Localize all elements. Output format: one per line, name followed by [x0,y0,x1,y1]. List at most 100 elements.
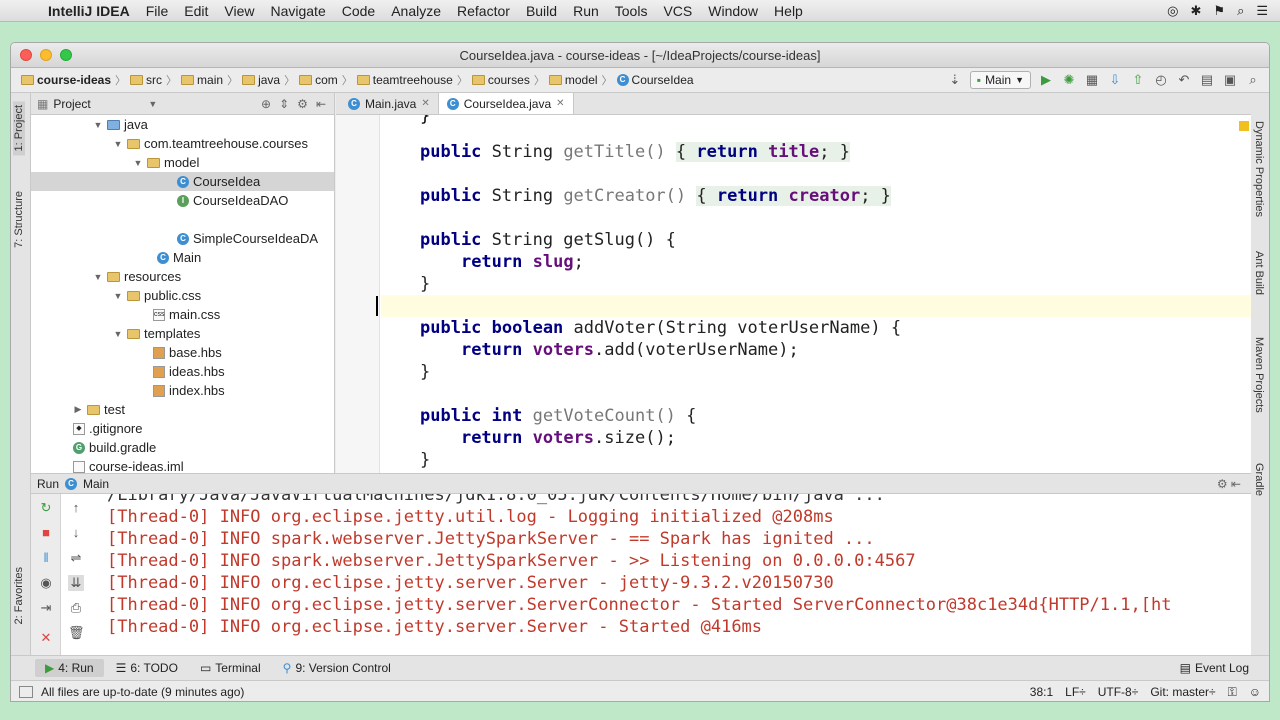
rerun-icon[interactable]: ↻ [38,500,54,516]
tab-maven-projects[interactable]: Maven Projects [1253,337,1265,413]
tool-window-event-log[interactable]: ▤ Event Log [1170,659,1259,677]
menu-build[interactable]: Build [518,3,565,19]
stop-icon[interactable]: ■ [38,525,54,541]
run-config-select[interactable]: ▪ Main ▼ [969,71,1031,89]
breadcrumb-main[interactable]: main [177,73,227,87]
bluetooth-icon[interactable]: ✱ [1191,3,1202,19]
vcs-update-icon[interactable]: ⇩ [1107,72,1123,88]
lock-icon[interactable]: ⚿ [1228,685,1237,700]
line-separator[interactable]: LF÷ [1065,685,1086,700]
close-window-button[interactable] [20,49,32,61]
menu-navigate[interactable]: Navigate [262,3,333,19]
creative-cloud-icon[interactable]: ◎ [1167,3,1178,19]
tab-dynamic-properties[interactable]: Dynamic Properties [1253,121,1265,217]
gear-icon[interactable]: ⚙ [297,97,308,111]
locate-icon[interactable]: ⊕ [261,97,271,111]
tree-node-main-css[interactable]: css main.css [153,305,220,324]
tree-node-resources[interactable]: ▼ resources [93,267,182,286]
breadcrumb-com[interactable]: com [295,73,342,87]
tool-window-todo[interactable]: ☰ 6: TODO [106,659,188,677]
print-icon[interactable]: ⎙ [68,600,84,616]
minimize-window-button[interactable] [40,49,52,61]
tree-node-package[interactable]: ▼ com.teamtreehouse.courses [113,134,309,153]
tree-node-java[interactable]: ▼ java [93,115,148,134]
tool-windows-toggle-icon[interactable] [19,686,33,698]
project-view-select[interactable]: Project [53,97,148,111]
tab-gradle[interactable]: Gradle [1253,463,1265,496]
menu-tools[interactable]: Tools [607,3,656,19]
trash-icon[interactable]: 🗑 [68,625,85,641]
hide-panel-icon[interactable]: ⇤ [316,97,326,111]
vcs-history-icon[interactable]: ◴ [1153,72,1169,88]
tab-ant-build[interactable]: Ant Build [1253,251,1265,295]
collapse-all-icon[interactable]: ⇕ [279,97,289,111]
build-icon[interactable]: ⇣ [947,72,963,88]
code-area[interactable]: } public String getTitle() { return titl… [336,115,1251,473]
menu-window[interactable]: Window [700,3,766,19]
tree-node-index-hbs[interactable]: index.hbs [153,381,225,400]
up-icon[interactable]: ↑ [68,500,84,516]
notification-center-icon[interactable]: ☰ [1256,3,1268,19]
inspection-status-icon[interactable] [1239,121,1249,131]
tree-node-public-css[interactable]: ▼ public.css [113,286,202,305]
tree-node-model[interactable]: ▼ model [133,153,200,172]
revert-icon[interactable]: ↶ [1176,72,1192,88]
menu-edit[interactable]: Edit [176,3,216,19]
search-icon[interactable]: ⌕ [1245,72,1261,88]
close-tab-icon[interactable]: ✕ [421,98,429,109]
menu-refactor[interactable]: Refactor [449,3,518,19]
breadcrumb-courseidea[interactable]: C CourseIdea [613,73,698,87]
tree-node-courseideadao[interactable]: I CourseIdeaDAO [177,191,288,210]
flag-icon[interactable]: ⚑ [1213,3,1225,19]
tree-node-iml[interactable]: course-ideas.iml [73,457,184,473]
menu-view[interactable]: View [216,3,262,19]
menu-run[interactable]: Run [565,3,607,19]
tool-window-terminal[interactable]: ▭ Terminal [190,659,271,677]
spotlight-search-icon[interactable]: ⌕ [1237,3,1244,19]
debug-icon[interactable]: ✺ [1061,72,1077,88]
tab-structure[interactable]: 7: Structure [13,191,25,248]
sdk-icon[interactable]: ▣ [1222,72,1238,88]
file-encoding[interactable]: UTF-8÷ [1098,685,1139,700]
zoom-window-button[interactable] [60,49,72,61]
tool-window-vcs[interactable]: ⚲ 9: Version Control [273,659,401,677]
console-output[interactable]: /Library/Java/JavaVirtualMachines/jdk1.8… [107,494,1251,656]
tree-node-main[interactable]: C Main [157,248,201,267]
tree-node-gitignore[interactable]: ◆ .gitignore [73,419,142,438]
menu-file[interactable]: File [138,3,177,19]
close-tab-icon[interactable]: ✕ [556,98,564,109]
breadcrumb-teamtreehouse[interactable]: teamtreehouse [353,73,457,87]
coverage-icon[interactable]: ▦ [1084,72,1100,88]
tree-node-test[interactable]: ▶ test [73,400,125,419]
breadcrumb-project[interactable]: course-ideas [17,73,115,87]
vcs-commit-icon[interactable]: ⇧ [1130,72,1146,88]
breadcrumb-java[interactable]: java [238,73,284,87]
tab-favorites[interactable]: 2: Favorites [13,567,25,624]
down-icon[interactable]: ↓ [68,525,84,541]
tab-project[interactable]: 1: Project [13,101,25,156]
chevron-down-icon[interactable]: ▼ [148,99,157,109]
menu-code[interactable]: Code [334,3,383,19]
close-run-icon[interactable]: ✕ [38,630,54,646]
scroll-to-end-icon[interactable]: ⇊ [68,575,84,591]
run-icon[interactable]: ▶ [1038,72,1054,88]
run-tab-main[interactable]: Main [83,477,109,491]
soft-wrap-icon[interactable]: ⇌ [68,550,84,566]
dump-threads-icon[interactable]: ◉ [38,575,54,591]
tab-courseidea-java[interactable]: C CourseIdea.java ✕ [438,93,574,114]
tree-node-ideas-hbs[interactable]: ideas.hbs [153,362,225,381]
menu-app-name[interactable]: IntelliJ IDEA [40,3,138,19]
caret-position[interactable]: 38:1 [1030,685,1053,700]
breadcrumb-courses[interactable]: courses [468,73,534,87]
pause-icon[interactable]: ‖ [38,550,54,566]
menu-vcs[interactable]: VCS [655,3,700,19]
breadcrumb-src[interactable]: src [126,73,166,87]
project-structure-icon[interactable]: ▤ [1199,72,1215,88]
breadcrumb-model[interactable]: model [545,73,602,87]
exit-icon[interactable]: ⇥ [38,600,54,616]
menu-analyze[interactable]: Analyze [383,3,449,19]
git-branch[interactable]: Git: master÷ [1150,685,1215,700]
menu-help[interactable]: Help [766,3,811,19]
tree-node-courseidea[interactable]: C CourseIdea [31,172,334,191]
tree-node-build-gradle[interactable]: Gbuild.gradle [73,438,156,457]
